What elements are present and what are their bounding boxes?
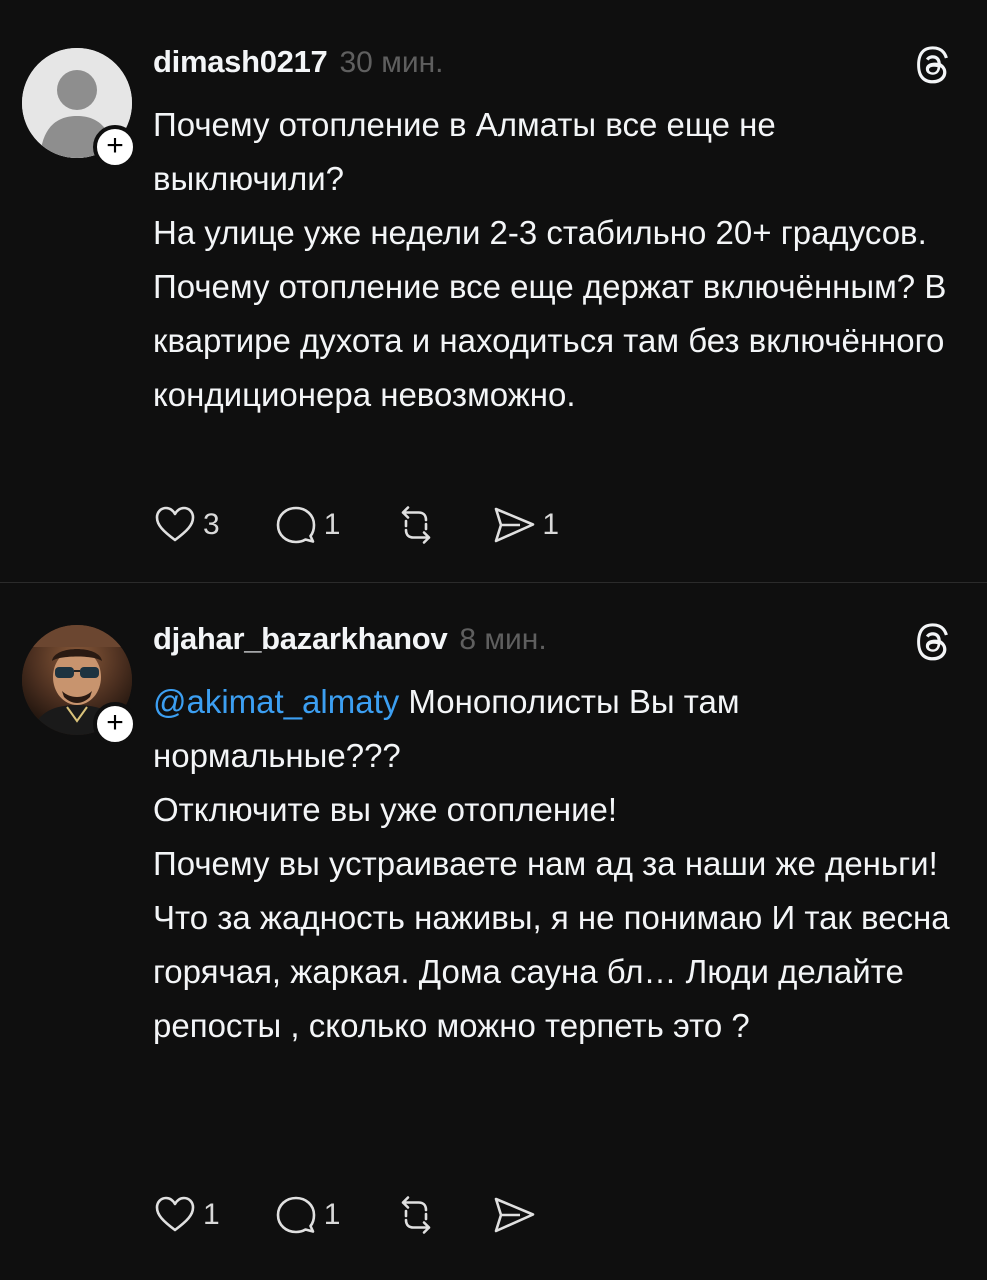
follow-button[interactable]: +	[93, 125, 137, 169]
comment-icon	[276, 506, 315, 544]
reply-count: 1	[323, 508, 341, 541]
timestamp: 30 мин.	[339, 46, 444, 79]
post-text: Почему отопление в Алматы все еще не вык…	[153, 98, 963, 422]
heart-icon	[155, 1196, 195, 1232]
action-bar: 1 1	[153, 1192, 596, 1238]
timestamp: 8 мин.	[459, 623, 547, 656]
post-paragraph: Отключите вы уже отопление!	[153, 791, 618, 828]
username[interactable]: djahar_bazarkhanov	[153, 621, 448, 657]
threads-logo-icon[interactable]	[915, 623, 953, 661]
username[interactable]: dimash0217	[153, 44, 328, 80]
reply-button[interactable]: 1	[274, 1193, 341, 1237]
repost-icon	[402, 1196, 431, 1234]
post[interactable]: + djahar_bazarkhanov 8 мин. @akimat_alma…	[0, 583, 987, 1280]
share-count: 1	[542, 508, 560, 541]
post[interactable]: + dimash0217 30 мин. Почему отопление в …	[0, 0, 987, 582]
reply-count: 1	[323, 1198, 341, 1231]
share-icon	[495, 1197, 535, 1233]
action-bar: 3 1 1	[153, 502, 613, 548]
like-count: 1	[203, 1198, 220, 1231]
mention-link[interactable]: @akimat_almaty	[153, 683, 399, 720]
share-button[interactable]: 1	[492, 503, 559, 547]
share-icon	[495, 507, 535, 543]
repost-icon	[402, 506, 431, 544]
comment-icon	[276, 1196, 315, 1234]
post-text: @akimat_almaty Монополисты Вы там нормал…	[153, 675, 963, 1053]
reply-button[interactable]: 1	[274, 503, 341, 547]
repost-button[interactable]	[394, 503, 438, 547]
post-header: dimash0217 30 мин.	[153, 44, 444, 80]
post-paragraph: Что за жадность наживы, я не понимаю И т…	[153, 899, 950, 1044]
like-button[interactable]: 1	[153, 1193, 220, 1237]
share-button[interactable]	[492, 1193, 542, 1237]
post-paragraph: @akimat_almaty Монополисты Вы там нормал…	[153, 675, 963, 783]
repost-button[interactable]	[394, 1193, 438, 1237]
post-paragraph: На улице уже недели 2-3 стабильно 20+ гр…	[153, 214, 947, 413]
like-button[interactable]: 3	[153, 503, 220, 547]
heart-icon	[155, 506, 195, 542]
post-paragraph: Почему вы устраиваете нам ад за наши же …	[153, 845, 938, 882]
follow-button[interactable]: +	[93, 702, 137, 746]
post-paragraph: Почему отопление в Алматы все еще не вык…	[153, 106, 776, 197]
post-header: djahar_bazarkhanov 8 мин.	[153, 621, 547, 657]
threads-logo-icon[interactable]	[915, 46, 953, 84]
like-count: 3	[203, 508, 220, 541]
